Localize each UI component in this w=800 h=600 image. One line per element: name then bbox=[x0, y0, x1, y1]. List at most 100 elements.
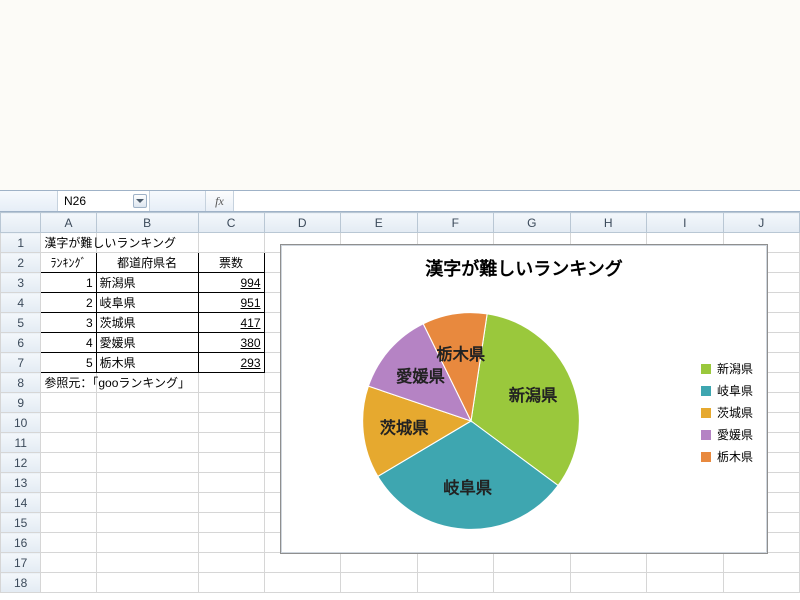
cell-I17[interactable] bbox=[647, 553, 724, 573]
cell-F17[interactable] bbox=[417, 553, 494, 573]
row-header-9[interactable]: 9 bbox=[1, 393, 41, 413]
row-header-12[interactable]: 12 bbox=[1, 453, 41, 473]
cell-A12[interactable] bbox=[41, 453, 96, 473]
cell-B14[interactable] bbox=[96, 493, 198, 513]
cell-G17[interactable] bbox=[494, 553, 571, 573]
cell-C1[interactable] bbox=[198, 233, 264, 253]
cell-A16[interactable] bbox=[41, 533, 96, 553]
cell-G18[interactable] bbox=[494, 573, 571, 593]
row-header-17[interactable]: 17 bbox=[1, 553, 41, 573]
cell-B5[interactable]: 茨城県 bbox=[96, 313, 198, 333]
col-header-J[interactable]: J bbox=[723, 213, 800, 233]
fx-icon[interactable]: fx bbox=[206, 191, 234, 211]
cell-D18[interactable] bbox=[264, 573, 341, 593]
cell-A13[interactable] bbox=[41, 473, 96, 493]
row-header-1[interactable]: 1 bbox=[1, 233, 41, 253]
embedded-chart[interactable]: 漢字が難しいランキング 新潟県岐阜県茨城県愛媛県栃木県 新潟県岐阜県茨城県愛媛県… bbox=[280, 244, 768, 554]
col-header-D[interactable]: D bbox=[264, 213, 341, 233]
row-header-10[interactable]: 10 bbox=[1, 413, 41, 433]
cell-B7[interactable]: 栃木県 bbox=[96, 353, 198, 373]
cell-A5[interactable]: 3 bbox=[41, 313, 96, 333]
cell-J18[interactable] bbox=[723, 573, 800, 593]
cell-C5[interactable]: 417 bbox=[198, 313, 264, 333]
cell-C4[interactable]: 951 bbox=[198, 293, 264, 313]
cell-I18[interactable] bbox=[647, 573, 724, 593]
cell-A14[interactable] bbox=[41, 493, 96, 513]
cell-E18[interactable] bbox=[341, 573, 418, 593]
cell-C17[interactable] bbox=[198, 553, 264, 573]
cell-A3[interactable]: 1 bbox=[41, 273, 96, 293]
cell-A6[interactable]: 4 bbox=[41, 333, 96, 353]
row-header-16[interactable]: 16 bbox=[1, 533, 41, 553]
cell-H18[interactable] bbox=[570, 573, 647, 593]
cell-B4[interactable]: 岐阜県 bbox=[96, 293, 198, 313]
cell-A8[interactable]: 参照元：「gooランキング」 bbox=[41, 373, 96, 393]
cell-D17[interactable] bbox=[264, 553, 341, 573]
cell-C13[interactable] bbox=[198, 473, 264, 493]
cell-B17[interactable] bbox=[96, 553, 198, 573]
cell-C7[interactable]: 293 bbox=[198, 353, 264, 373]
cell-C6[interactable]: 380 bbox=[198, 333, 264, 353]
cell-A15[interactable] bbox=[41, 513, 96, 533]
cell-A9[interactable] bbox=[41, 393, 96, 413]
cell-B12[interactable] bbox=[96, 453, 198, 473]
cell-C15[interactable] bbox=[198, 513, 264, 533]
row-header-14[interactable]: 14 bbox=[1, 493, 41, 513]
cell-A11[interactable] bbox=[41, 433, 96, 453]
cell-C14[interactable] bbox=[198, 493, 264, 513]
row-header-8[interactable]: 8 bbox=[1, 373, 41, 393]
select-all-corner[interactable] bbox=[1, 213, 41, 233]
cell-B13[interactable] bbox=[96, 473, 198, 493]
cell-B10[interactable] bbox=[96, 413, 198, 433]
col-header-H[interactable]: H bbox=[570, 213, 647, 233]
cell-C12[interactable] bbox=[198, 453, 264, 473]
cell-B11[interactable] bbox=[96, 433, 198, 453]
cell-B16[interactable] bbox=[96, 533, 198, 553]
cell-C18[interactable] bbox=[198, 573, 264, 593]
cell-B3[interactable]: 新潟県 bbox=[96, 273, 198, 293]
col-header-B[interactable]: B bbox=[96, 213, 198, 233]
name-box[interactable]: N26 bbox=[58, 191, 150, 211]
cell-A17[interactable] bbox=[41, 553, 96, 573]
cell-B15[interactable] bbox=[96, 513, 198, 533]
cell-E17[interactable] bbox=[341, 553, 418, 573]
cell-A1[interactable]: 漢字が難しいランキング bbox=[41, 233, 96, 253]
col-header-A[interactable]: A bbox=[41, 213, 96, 233]
cell-B2[interactable]: 都道府県名 bbox=[96, 253, 198, 273]
cell-B6[interactable]: 愛媛県 bbox=[96, 333, 198, 353]
cell-C2[interactable]: 票数 bbox=[198, 253, 264, 273]
row-header-13[interactable]: 13 bbox=[1, 473, 41, 493]
cell-A10[interactable] bbox=[41, 413, 96, 433]
cell-A4[interactable]: 2 bbox=[41, 293, 96, 313]
row-header-3[interactable]: 3 bbox=[1, 273, 41, 293]
col-header-C[interactable]: C bbox=[198, 213, 264, 233]
row-header-4[interactable]: 4 bbox=[1, 293, 41, 313]
row-header-6[interactable]: 6 bbox=[1, 333, 41, 353]
name-box-dropdown-icon[interactable] bbox=[133, 194, 147, 208]
row-header-11[interactable]: 11 bbox=[1, 433, 41, 453]
cell-A2[interactable]: ﾗﾝｷﾝｸﾞ bbox=[41, 253, 96, 273]
row-header-18[interactable]: 18 bbox=[1, 573, 41, 593]
cell-J17[interactable] bbox=[723, 553, 800, 573]
cell-C16[interactable] bbox=[198, 533, 264, 553]
cell-B9[interactable] bbox=[96, 393, 198, 413]
formula-input[interactable] bbox=[234, 191, 800, 211]
col-header-E[interactable]: E bbox=[341, 213, 418, 233]
col-header-I[interactable]: I bbox=[647, 213, 724, 233]
cell-C3[interactable]: 994 bbox=[198, 273, 264, 293]
cell-H17[interactable] bbox=[570, 553, 647, 573]
col-header-G[interactable]: G bbox=[494, 213, 571, 233]
row-header-5[interactable]: 5 bbox=[1, 313, 41, 333]
row-header-15[interactable]: 15 bbox=[1, 513, 41, 533]
cell-A7[interactable]: 5 bbox=[41, 353, 96, 373]
cell-C8[interactable] bbox=[198, 373, 264, 393]
cell-C11[interactable] bbox=[198, 433, 264, 453]
cell-C10[interactable] bbox=[198, 413, 264, 433]
col-header-F[interactable]: F bbox=[417, 213, 494, 233]
cell-B18[interactable] bbox=[96, 573, 198, 593]
cell-C9[interactable] bbox=[198, 393, 264, 413]
cell-A18[interactable] bbox=[41, 573, 96, 593]
cell-F18[interactable] bbox=[417, 573, 494, 593]
row-header-2[interactable]: 2 bbox=[1, 253, 41, 273]
row-header-7[interactable]: 7 bbox=[1, 353, 41, 373]
